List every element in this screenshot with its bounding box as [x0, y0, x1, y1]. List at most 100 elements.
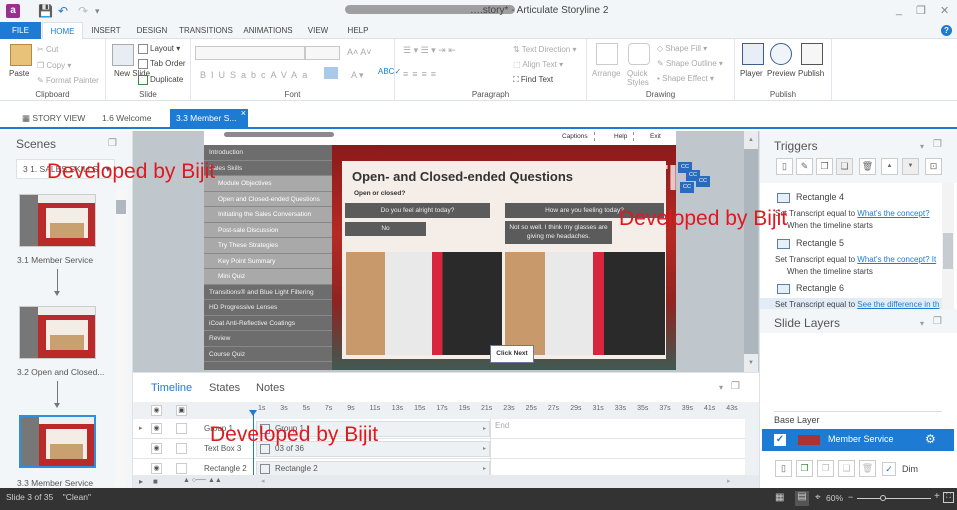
format-painter-button[interactable]: ✎ Format Painter [37, 76, 99, 85]
slide[interactable]: Captions Help Exit OPTIC 03 of 36 Introd… [204, 131, 676, 370]
shape-outline-button[interactable]: ✎ Shape Outline ▾ [657, 59, 723, 68]
gear-icon[interactable]: ⚙ [925, 432, 936, 446]
shape-effect-button[interactable]: ▪ Shape Effect ▾ [657, 74, 714, 83]
tab-story-view[interactable]: ▦ STORY VIEW [22, 109, 85, 129]
quick-styles-icon[interactable] [628, 43, 650, 65]
trigger-object[interactable]: Rectangle 5 [777, 238, 844, 249]
copy-button[interactable]: ❐ Copy ▾ [37, 61, 71, 70]
exit-button[interactable]: Exit [644, 132, 667, 141]
tab-timeline[interactable]: Timeline [151, 382, 192, 394]
pin-icon[interactable]: ❐ [731, 381, 740, 392]
trigger-link[interactable]: What's the concept? [857, 209, 929, 218]
arrange-icon[interactable] [596, 43, 618, 65]
tab-home[interactable]: HOME [42, 22, 83, 39]
minimize-button[interactable]: _ [896, 4, 902, 16]
player-button[interactable]: Player [740, 69, 763, 78]
cc-marker[interactable]: CC [680, 182, 694, 193]
paste-trigger-icon[interactable]: ❏ [836, 158, 853, 175]
help-button[interactable]: Help [608, 132, 635, 141]
save-icon[interactable]: 💾 [38, 4, 53, 18]
tab-order-button[interactable]: Tab Order [138, 59, 186, 69]
eye-icon[interactable]: ◉ [151, 405, 162, 416]
trigger-object[interactable]: Rectangle 4 [777, 192, 844, 203]
scrollbar-thumb[interactable] [116, 200, 126, 214]
tab-help[interactable]: HELP [344, 22, 372, 39]
paste-button[interactable]: Paste [9, 69, 29, 78]
course-menu-item[interactable]: Mini Quiz [204, 269, 332, 285]
scrollbar-thumb[interactable] [943, 233, 953, 269]
normal-view-icon[interactable]: ▤ [795, 491, 809, 506]
expand-icon[interactable]: ▸ [139, 424, 143, 432]
canvas-scrollbar[interactable]: ▲ ▼ [744, 131, 758, 372]
slide-thumbnail-selected[interactable] [19, 415, 96, 468]
course-menu-item[interactable]: Try These Strategies [204, 238, 332, 254]
font-name-select[interactable] [195, 46, 305, 60]
tab-file[interactable]: FILE [0, 22, 41, 39]
tab-3-3-member-service[interactable]: 3.3 Member S... × [170, 108, 248, 129]
course-menu-item[interactable]: Transitions® and Blue Light Filtering [204, 285, 332, 300]
quick-styles-button[interactable]: Quick Styles [627, 69, 651, 87]
scroll-up-icon[interactable]: ▲ [744, 131, 758, 149]
course-menu-item[interactable]: Initiating the Sales Conversation [204, 207, 332, 223]
timeline-scrollbar[interactable] [745, 402, 759, 475]
collapse-icon[interactable]: ▾ [719, 383, 723, 392]
align-text-button[interactable]: ⬚ Align Text ▾ [513, 60, 563, 69]
zoom-out-button[interactable]: − [848, 492, 853, 502]
edit-trigger-icon[interactable]: ✎ [796, 158, 813, 175]
trigger-action[interactable]: Set Transcript equal to What's the conce… [775, 209, 930, 218]
tab-notes[interactable]: Notes [256, 382, 285, 394]
paste-layer-icon[interactable]: ❏ [838, 460, 855, 477]
scroll-left-icon[interactable]: ◂ [261, 477, 265, 485]
new-slide-icon[interactable] [112, 44, 134, 66]
undo-icon[interactable]: ↶ [58, 4, 68, 18]
tab-view[interactable]: VIEW [303, 22, 333, 39]
copy-trigger-icon[interactable]: ❐ [816, 158, 833, 175]
zoom-slider-knob[interactable] [879, 495, 886, 501]
scroll-down-icon[interactable]: ▼ [744, 354, 758, 372]
zoom-slider-track[interactable] [857, 495, 931, 501]
slide-show-icon[interactable]: ⌖ [815, 492, 821, 503]
eye-icon[interactable]: ◉ [151, 463, 162, 474]
cut-button[interactable]: ✂ Cut [37, 45, 58, 54]
pin-icon[interactable]: ❐ [933, 316, 942, 327]
copy-layer-icon[interactable]: ❐ [817, 460, 834, 477]
expand-right-icon[interactable]: ▸ [483, 422, 486, 436]
collapse-icon[interactable]: ▾ [920, 319, 924, 328]
click-next-button[interactable]: Click Next [490, 345, 534, 363]
eye-icon[interactable]: ◉ [151, 423, 162, 434]
format-buttons[interactable]: BIUSabcAVAa [200, 70, 312, 80]
course-menu-item[interactable]: iCoat Anti-Reflective Coatings [204, 316, 332, 331]
tab-transitions[interactable]: TRANSITIONS [178, 22, 234, 39]
tab-design[interactable]: DESIGN [131, 22, 173, 39]
scroll-right-icon[interactable]: ▸ [727, 477, 731, 485]
duplicate-button[interactable]: Duplicate [138, 75, 183, 85]
lock-checkbox[interactable] [176, 463, 187, 474]
move-up-icon[interactable]: ▲ [881, 158, 898, 175]
eye-icon[interactable]: ◉ [151, 443, 162, 454]
zoom-slider[interactable]: ▲ ○── ▲▲ [183, 477, 222, 484]
close-button[interactable]: ✕ [940, 4, 949, 17]
cc-marker[interactable]: CC [696, 176, 710, 187]
layout-button[interactable]: Layout ▾ [138, 44, 180, 54]
grow-font-icon[interactable]: A˄ A˅ [347, 47, 372, 57]
lock-checkbox[interactable] [176, 443, 187, 454]
align-icons[interactable]: ≡≡≡≡ [403, 69, 440, 79]
course-menu-item[interactable]: HD Progressive Lenses [204, 300, 332, 316]
course-menu-item[interactable]: Sales Skills [204, 161, 332, 176]
scenes-scrollbar[interactable] [115, 189, 127, 486]
course-menu-item[interactable]: Post-sale Discussion [204, 222, 332, 238]
course-menu-item[interactable]: Key Point Summary [204, 253, 332, 269]
triggers-scrollbar[interactable] [942, 183, 954, 309]
trigger-action[interactable]: Set Transcript equal to What's the conce… [775, 255, 936, 264]
story-view-icon[interactable]: ▦ [775, 492, 784, 503]
trigger-link[interactable]: What's the concept? It [857, 255, 936, 264]
find-text-button[interactable]: ⛶ Find Text [513, 75, 553, 85]
trigger-object[interactable]: Rectangle 6 [777, 283, 844, 294]
expand-right-icon[interactable]: ▸ [483, 442, 486, 456]
preview-button[interactable]: Preview [767, 69, 795, 78]
new-layer-icon[interactable]: ▯ [775, 460, 792, 477]
base-layer-row[interactable]: ✓ Member Service ⚙ [762, 429, 954, 451]
move-down-icon[interactable]: ▼ [902, 158, 919, 175]
dim-checkbox[interactable]: ✓ [882, 462, 896, 476]
lock-icon[interactable]: ▣ [176, 405, 187, 416]
